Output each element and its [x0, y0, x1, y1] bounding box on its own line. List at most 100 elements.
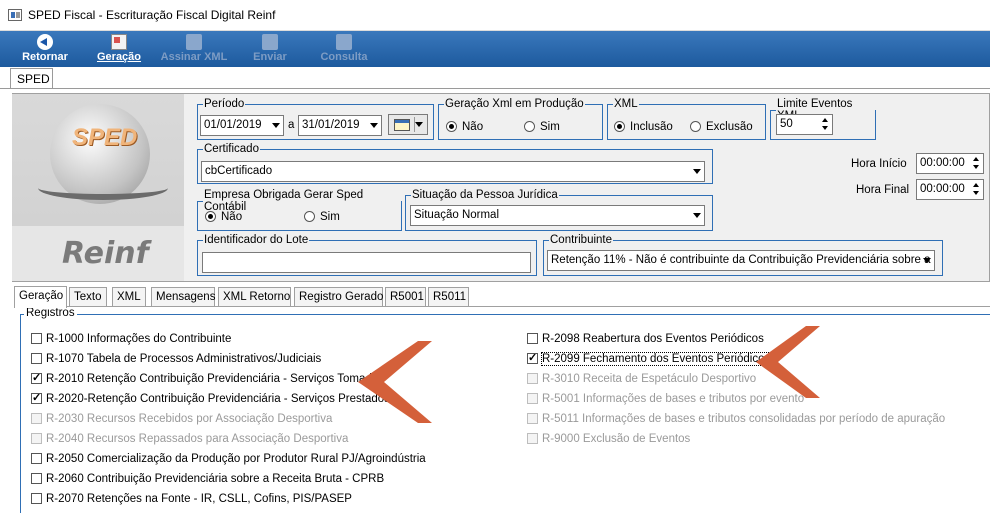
periodo-separator: a — [288, 119, 295, 131]
query-icon — [336, 34, 352, 50]
checkbox-icon — [31, 333, 42, 344]
registro-label: R-2098 Reabertura dos Eventos Periódicos — [542, 333, 764, 345]
chevron-down-icon — [693, 169, 701, 174]
registro-checkbox-right-0[interactable]: R-2098 Reabertura dos Eventos Periódicos — [527, 333, 764, 349]
xml-inclusao-radio[interactable]: Inclusão — [614, 121, 673, 133]
situacao-select[interactable]: Situação Normal — [410, 205, 705, 226]
certificado-legend: Certificado — [204, 143, 259, 155]
registro-checkbox-left-1[interactable]: R-1070 Tabela de Processos Administrativ… — [31, 353, 321, 369]
registro-label: R-2050 Comercialização da Produção por P… — [46, 453, 426, 465]
tab-divider — [0, 88, 990, 89]
radio-icon — [690, 121, 701, 132]
empresa-obrigada-group: Empresa Obrigada Gerar Sped Contábil — [197, 189, 402, 231]
spin-down-icon[interactable] — [973, 165, 979, 169]
geracao-xml-sim-radio[interactable]: Sim — [524, 121, 560, 133]
tab-texto[interactable]: Texto — [69, 287, 107, 307]
geracao-xml-nao-radio[interactable]: Não — [446, 121, 483, 133]
registro-checkbox-right-1[interactable]: R-2099 Fechamento dos Eventos Periódicos — [527, 351, 772, 369]
tab-xml-retorno[interactable]: XML Retorno — [218, 287, 291, 307]
identificador-lote-legend: Identificador do Lote — [204, 234, 309, 246]
tab-mensagens[interactable]: Mensagens — [151, 287, 215, 307]
generate-button[interactable]: Geração — [92, 34, 146, 66]
checkbox-icon — [527, 373, 538, 384]
annotation-arrow-left — [358, 341, 432, 423]
checkbox-icon — [527, 393, 538, 404]
registro-label: R-2099 Fechamento dos Eventos Periódicos — [540, 352, 772, 366]
certificado-select[interactable]: cbCertificado — [201, 161, 705, 182]
xml-exclusao-radio[interactable]: Exclusão — [690, 121, 753, 133]
registro-checkbox-left-2[interactable]: R-2010 Retenção Contribuição Previdenciá… — [31, 371, 384, 389]
spin-down-icon[interactable] — [822, 126, 828, 130]
back-arrow-icon — [37, 34, 53, 50]
registro-checkbox-left-7[interactable]: R-2060 Contribuição Previdenciária sobre… — [31, 473, 384, 489]
query-button[interactable]: Consulta — [316, 34, 372, 66]
periodo-legend: Período — [204, 98, 245, 110]
radio-icon — [304, 211, 315, 222]
tab-registro-gerado[interactable]: Registro Gerado — [294, 287, 383, 307]
empresa-obrigada-sim-radio[interactable]: Sim — [304, 211, 340, 223]
identificador-lote-input[interactable] — [202, 252, 531, 273]
registro-checkbox-left-6[interactable]: R-2050 Comercialização da Produção por P… — [31, 453, 426, 469]
tab-r5011[interactable]: R5011 — [428, 287, 469, 307]
registro-checkbox-left-4: R-2030 Recursos Recebidos por Associação… — [31, 413, 332, 429]
tab-geracao[interactable]: Geração — [14, 286, 67, 308]
hora-final-field[interactable]: 00:00:00 — [916, 179, 984, 200]
logo-sped-text: SPED — [72, 124, 138, 151]
registro-label: R-2070 Retenções na Fonte - IR, CSLL, Co… — [46, 493, 352, 505]
radio-selected-icon — [205, 211, 216, 222]
hora-final-label: Hora Final — [856, 184, 910, 196]
radio-icon — [524, 121, 535, 132]
registro-label: R-9000 Exclusão de Eventos — [542, 433, 691, 445]
hora-inicio-field[interactable]: 00:00:00 — [916, 153, 984, 174]
sign-xml-button[interactable]: Assinar XML — [157, 34, 231, 66]
registro-checkbox-left-8[interactable]: R-2070 Retenções na Fonte - IR, CSLL, Co… — [31, 493, 352, 509]
registro-label: R-2020-Retenção Contribuição Previdenciá… — [46, 393, 390, 405]
chevron-down-icon — [415, 122, 423, 127]
checkbox-checked-icon — [527, 351, 538, 364]
return-button[interactable]: Retornar — [14, 34, 76, 66]
empresa-obrigada-nao-radio[interactable]: Não — [205, 211, 242, 223]
contribuinte-legend: Contribuinte — [550, 234, 613, 246]
calendar-button[interactable] — [388, 114, 428, 135]
annotation-arrow-right — [756, 326, 820, 398]
tab-r5001[interactable]: R5001 — [385, 287, 426, 307]
periodo-end-date[interactable]: 31/01/2019 — [298, 115, 382, 136]
contribuinte-select[interactable]: Retenção 11% - Não é contribuinte da Con… — [547, 250, 935, 271]
registro-label: R-3010 Receita de Espetáculo Desportivo — [542, 373, 757, 385]
registro-label: R-2060 Contribuição Previdenciária sobre… — [46, 473, 385, 485]
spin-up-icon[interactable] — [822, 118, 828, 122]
checkbox-icon — [31, 473, 42, 484]
periodo-start-date[interactable]: 01/01/2019 — [200, 115, 284, 136]
registro-label: R-2040 Recursos Repassados para Associaç… — [46, 433, 349, 445]
xml-group: XML — [607, 98, 766, 140]
logo-swoosh — [38, 176, 168, 200]
registro-checkbox-right-2: R-3010 Receita de Espetáculo Desportivo — [527, 373, 756, 389]
checkbox-icon — [527, 413, 538, 424]
chevron-down-icon — [693, 213, 701, 218]
xml-legend: XML — [614, 98, 638, 110]
hora-inicio-label: Hora Início — [851, 158, 907, 170]
checkbox-icon — [527, 433, 538, 444]
app-icon — [8, 9, 22, 21]
registro-label: R-1000 Informações do Contribuinte — [46, 333, 232, 345]
registro-checkbox-left-3[interactable]: R-2020-Retenção Contribuição Previdenciá… — [31, 391, 390, 409]
tab-xml[interactable]: XML — [112, 287, 146, 307]
situacao-legend: Situação da Pessoa Jurídica — [412, 189, 558, 201]
checkbox-icon — [31, 433, 42, 444]
spin-up-icon[interactable] — [973, 157, 979, 161]
checkbox-icon — [527, 333, 538, 344]
spin-down-icon[interactable] — [973, 191, 979, 195]
sign-icon — [186, 34, 202, 50]
registro-label: R-1070 Tabela de Processos Administrativ… — [46, 353, 322, 365]
limite-eventos-stepper[interactable]: 50 — [776, 114, 833, 135]
geracao-xml-group: Geração Xml em Produção — [438, 98, 603, 140]
checkbox-icon — [31, 453, 42, 464]
send-button[interactable]: Enviar — [248, 34, 292, 66]
spin-up-icon[interactable] — [973, 183, 979, 187]
title-bar: SPED Fiscal - Escrituração Fiscal Digita… — [0, 0, 990, 31]
tab-sped[interactable]: SPED — [10, 68, 53, 88]
send-icon — [262, 34, 278, 50]
registro-checkbox-left-0[interactable]: R-1000 Informações do Contribuinte — [31, 333, 231, 349]
registro-label: R-5011 Informações de bases e tributos c… — [542, 413, 946, 425]
chevron-down-icon — [272, 123, 280, 128]
